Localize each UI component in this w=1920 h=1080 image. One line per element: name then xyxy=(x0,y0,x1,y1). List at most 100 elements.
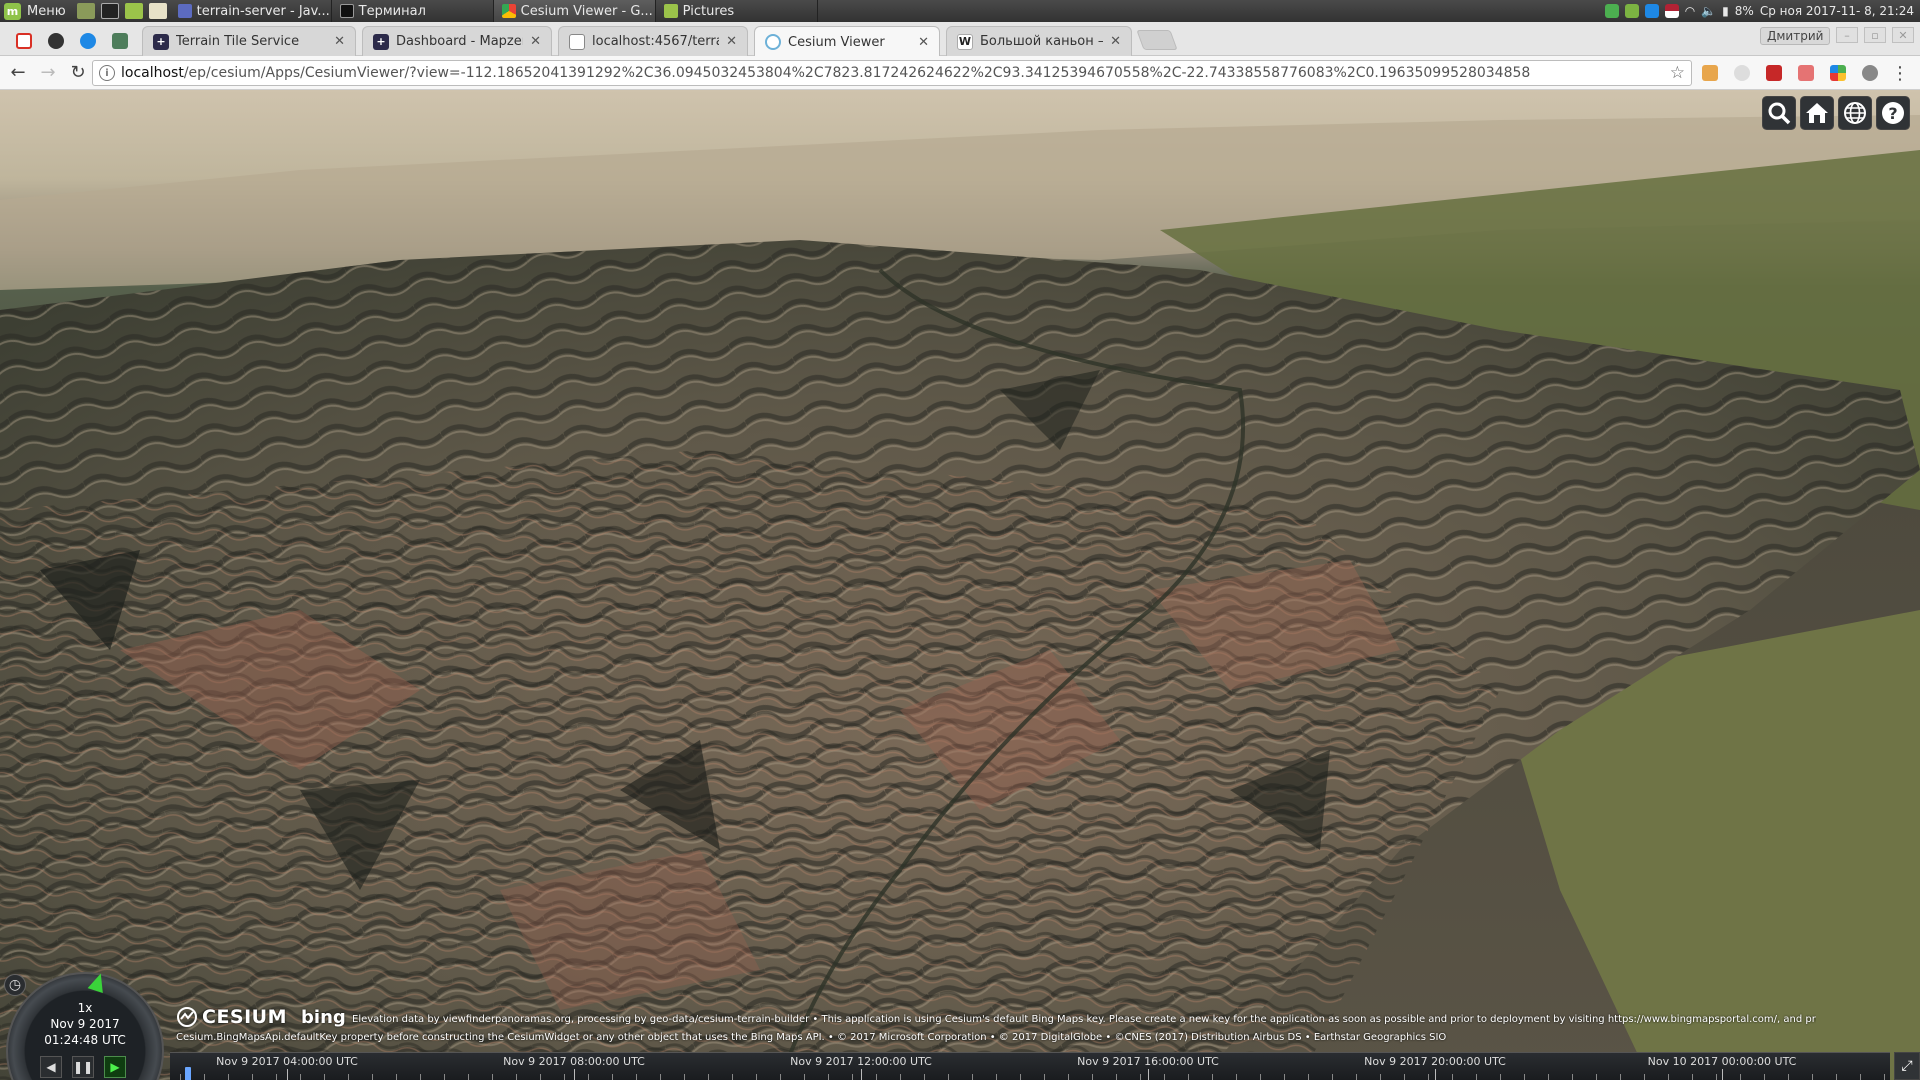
close-tab-icon[interactable]: ✕ xyxy=(530,34,541,49)
timeline-major-tick xyxy=(574,1069,575,1080)
tab-grand-canyon-wikipedia[interactable]: W Большой каньон — В ✕ xyxy=(946,26,1132,56)
reload-button[interactable]: ↻ xyxy=(66,61,90,85)
close-tab-icon[interactable]: ✕ xyxy=(1110,34,1121,49)
fullscreen-button[interactable]: ⤢ xyxy=(1894,1052,1920,1080)
timeline-minor-tick xyxy=(732,1074,733,1080)
credit-display: CESIUM bing Elevation data by viewfinder… xyxy=(176,1006,1816,1056)
close-window-button[interactable]: ✕ xyxy=(1892,27,1914,43)
credit-text-line-2: Cesium.BingMapsApi.defaultKey property b… xyxy=(176,1032,1447,1043)
taskbar-window-label: terrain-server - Jav... xyxy=(196,3,330,19)
tab-cesium-viewer[interactable]: Cesium Viewer ✕ xyxy=(754,26,940,57)
tab-localhost-terrain[interactable]: localhost:4567/terrain ✕ xyxy=(558,26,748,56)
timeline-minor-tick xyxy=(324,1074,325,1080)
play-forward-button[interactable]: ▶ xyxy=(104,1056,126,1078)
close-tab-icon[interactable]: ✕ xyxy=(918,35,929,50)
terrain-3d-scene[interactable] xyxy=(0,90,1920,1080)
tab-dashboard-mapzen[interactable]: + Dashboard - Mapzen ✕ xyxy=(362,26,552,56)
timeline-minor-tick xyxy=(1668,1074,1669,1080)
timeline-needle[interactable] xyxy=(185,1067,191,1080)
bookmark-star-icon[interactable]: ☆ xyxy=(1665,63,1685,83)
update-manager-icon[interactable] xyxy=(1604,4,1619,18)
editor-launcher-icon[interactable] xyxy=(148,3,167,19)
new-tab-button[interactable] xyxy=(1136,30,1178,50)
tab-label: Dashboard - Mapzen xyxy=(396,34,524,49)
timeline-minor-tick xyxy=(300,1074,301,1080)
pinned-tab-github[interactable] xyxy=(42,28,70,54)
close-tab-icon[interactable]: ✕ xyxy=(334,34,345,49)
geocoder-search-button[interactable] xyxy=(1762,96,1796,130)
files-launcher-icon[interactable] xyxy=(124,3,143,19)
taskbar-window-terminal[interactable]: Терминал xyxy=(332,0,494,22)
tool-icon xyxy=(112,33,128,49)
taskbar-window-label: Pictures xyxy=(682,3,735,19)
tab-label: Cesium Viewer xyxy=(788,34,885,50)
timeline-minor-tick xyxy=(1212,1074,1213,1080)
clock-icon: ◷ xyxy=(8,977,22,993)
timeline-minor-tick xyxy=(876,1074,877,1080)
timeline-minor-tick xyxy=(1140,1074,1141,1080)
github-icon xyxy=(48,33,64,49)
keyboard-layout-flag-icon[interactable] xyxy=(1664,4,1679,18)
timeline-minor-tick xyxy=(1044,1074,1045,1080)
address-bar[interactable]: i localhost/ep/cesium/Apps/CesiumViewer/… xyxy=(92,60,1692,86)
navigation-help-button[interactable]: ? xyxy=(1876,96,1910,130)
ublock-icon[interactable] xyxy=(1766,65,1782,81)
timeline-minor-tick xyxy=(588,1074,589,1080)
timeline-minor-tick xyxy=(1164,1074,1165,1080)
chrome-icon xyxy=(501,4,516,18)
timeline-minor-tick xyxy=(1644,1074,1645,1080)
pinned-tab-app[interactable] xyxy=(74,28,102,54)
timeline-minor-tick xyxy=(900,1074,901,1080)
timeline-major-tick xyxy=(1435,1069,1436,1080)
terminal-launcher-icon[interactable] xyxy=(100,3,119,19)
tab-terrain-tile-service[interactable]: + Terrain Tile Service ✕ xyxy=(142,26,356,56)
taskbar-window-label: Терминал xyxy=(358,3,426,19)
close-tab-icon[interactable]: ✕ xyxy=(726,34,737,49)
home-view-button[interactable] xyxy=(1800,96,1834,130)
scene-mode-picker-button[interactable] xyxy=(1838,96,1872,130)
extension-red-icon[interactable] xyxy=(1798,65,1814,81)
os-taskbar: m Меню terrain-server - Jav... Терминал … xyxy=(0,0,1920,22)
mapzen-icon: + xyxy=(373,33,389,50)
taskbar-window-cesium-viewer[interactable]: Cesium Viewer - G... xyxy=(493,0,656,22)
pause-button[interactable]: ❚❚ xyxy=(72,1056,94,1078)
taskbar-window-terrain-server[interactable]: terrain-server - Jav... xyxy=(170,0,332,22)
volume-icon[interactable]: 🔈 xyxy=(1701,4,1716,18)
minimize-button[interactable]: – xyxy=(1836,27,1858,43)
extension-bookmark-icon[interactable] xyxy=(1702,65,1718,81)
browser-toolbar: ← → ↻ i localhost/ep/cesium/Apps/CesiumV… xyxy=(0,56,1920,90)
timeline-minor-tick xyxy=(1740,1074,1741,1080)
pinned-tab-gmail[interactable] xyxy=(10,28,38,54)
maximize-button[interactable]: ▫ xyxy=(1864,27,1886,43)
forward-button[interactable]: → xyxy=(36,61,60,85)
mapzen-icon: + xyxy=(153,33,169,50)
battery-icon[interactable]: ▮ xyxy=(1722,4,1729,18)
extension-gray-icon[interactable] xyxy=(1862,65,1878,81)
timeline-minor-tick xyxy=(564,1074,565,1080)
taskbar-window-pictures[interactable]: Pictures xyxy=(656,0,818,22)
play-reverse-button[interactable]: ◀ xyxy=(40,1056,62,1078)
shield-icon[interactable] xyxy=(1644,4,1659,18)
timeline-tick-label: Nov 9 2017 16:00:00 UTC xyxy=(1077,1055,1219,1068)
page-icon xyxy=(569,33,585,50)
page-info-icon[interactable]: i xyxy=(99,65,115,81)
chat-icon[interactable] xyxy=(1624,4,1639,18)
wifi-icon[interactable]: ◠ xyxy=(1685,4,1695,18)
clock[interactable]: Ср ноя 2017-11- 8, 21:24 xyxy=(1760,4,1914,18)
start-menu-button[interactable]: m Меню xyxy=(0,0,74,22)
extension-colors-icon[interactable] xyxy=(1830,65,1846,81)
timeline[interactable]: Nov 9 2017 04:00:00 UTC Nov 9 2017 08:00:… xyxy=(170,1052,1890,1080)
timeline-minor-tick xyxy=(852,1074,853,1080)
pinned-tab-tool[interactable] xyxy=(106,28,134,54)
cesium-logo[interactable]: CESIUM xyxy=(176,1006,287,1028)
realtime-clock-button[interactable]: ◷ xyxy=(4,974,26,996)
browser-menu-icon[interactable]: ⋮ xyxy=(1888,61,1912,85)
extension-sync-icon[interactable] xyxy=(1734,65,1750,81)
show-desktop-icon[interactable] xyxy=(76,3,95,19)
cesium-viewer[interactable]: ? 1x Nov 9 2017 01:24:48 UTC ◀ ❚❚ ▶ ◷ CE… xyxy=(0,90,1920,1080)
back-button[interactable]: ← xyxy=(6,61,30,85)
bing-logo[interactable]: bing xyxy=(301,1008,346,1027)
profile-button[interactable]: Дмитрий xyxy=(1760,27,1831,45)
start-menu-label: Меню xyxy=(27,3,66,19)
timeline-minor-tick xyxy=(924,1074,925,1080)
